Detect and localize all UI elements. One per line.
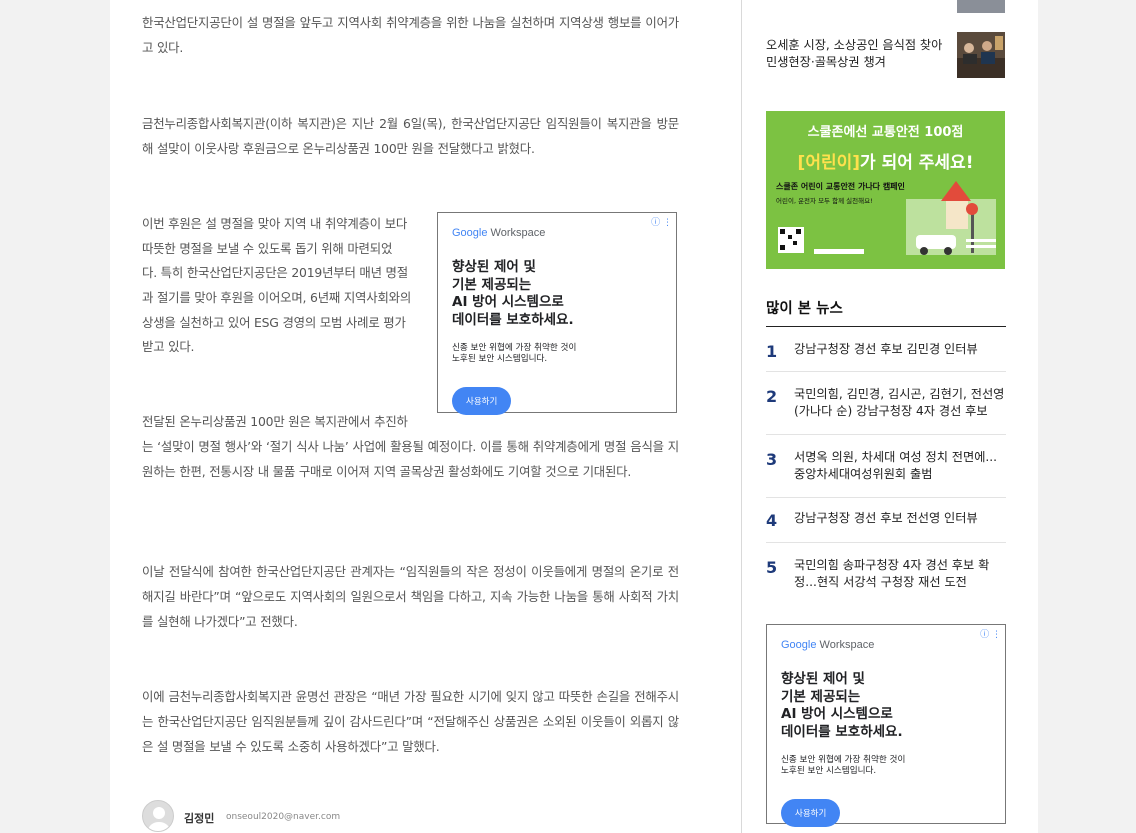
popular-news-title: 많이 본 뉴스 (766, 301, 843, 317)
popular-news-link[interactable]: 서명옥 의원, 차세대 여성 정치 전면에... 중앙차세대여성위원회 출범 (794, 449, 1006, 483)
ad-headline: 향상된 제어 및 기본 제공되는 AI 방어 시스템으로 데이터를 보호하세요. (781, 671, 903, 740)
restaurant-photo-icon (957, 32, 1005, 78)
popular-rank: 3 (766, 450, 778, 469)
ad-cta-button[interactable]: 사용하기 (452, 387, 512, 415)
popular-news-item[interactable]: 2 국민의힘, 김민경, 김시곤, 김현기, 전선영(가나다 순) 강남구청장 … (766, 372, 1006, 435)
article-paragraph: 과 절기를 맞아 후원을 이어오며, 6년째 지역사회와의 (142, 290, 412, 305)
school-zone-illustration-icon (778, 181, 996, 255)
avatar (142, 800, 174, 832)
article-paragraph: 다. 특히 한국산업단지공단은 2019년부터 매년 명절 (142, 265, 408, 280)
popular-rank: 5 (766, 558, 778, 577)
ad-subtext: 신종 보안 위협에 가장 취약한 것이 노후된 보안 시스템입니다. (781, 755, 906, 776)
article-paragraph: 상생을 실천하고 있어 ESG 경영의 모범 사례로 평가 (142, 315, 406, 330)
news-link[interactable]: 오세훈 시장, 소상공인 음식점 찾아 민생현장·골목상권 챙겨 (766, 37, 944, 71)
popular-rank: 2 (766, 387, 778, 406)
popular-news-item[interactable]: 5 국민의힘 송파구청장 4자 경선 후보 확정...현직 서강석 구청장 재선… (766, 543, 1006, 604)
popular-news-item[interactable]: 1 강남구청장 경선 후보 김민경 인터뷰 (766, 327, 1006, 372)
ad-cta-button[interactable]: 사용하기 (781, 799, 841, 827)
page: 한국산업단지공단이 설 명절을 앞두고 지역사회 취약계층을 위한 나눔을 실천… (110, 0, 1038, 833)
article-paragraph: 전달된 온누리상품권 100만 원은 복지관에서 추진하 (142, 414, 408, 429)
article-paragraph: 는 ‘설맞이 명절 행사’와 ‘절기 식사 나눔’ 사업에 활용될 예정이다. … (142, 439, 679, 479)
ad-subtext: 신종 보안 위협에 가장 취약한 것이 노후된 보안 시스템입니다. (452, 343, 577, 364)
news-thumbnail[interactable] (957, 0, 1005, 13)
popular-news-link[interactable]: 국민의힘, 김민경, 김시곤, 김현기, 전선영(가나다 순) 강남구청장 4자… (794, 386, 1006, 420)
news-thumbnail[interactable] (957, 32, 1005, 78)
article-paragraph: 이에 금천누리종합사회복지관 윤명선 관장은 “매년 가장 필요한 시기에 잊지… (142, 689, 679, 754)
popular-news-link[interactable]: 국민의힘 송파구청장 4자 경선 후보 확정...현직 서강석 구청장 재선 도… (794, 557, 1006, 591)
author-email[interactable]: onseoul2020@naver.com (226, 812, 340, 822)
ad-headline: 향상된 제어 및 기본 제공되는 AI 방어 시스템으로 데이터를 보호하세요. (452, 259, 574, 328)
popular-news-link[interactable]: 강남구청장 경선 후보 전선영 인터뷰 (794, 510, 1006, 527)
user-icon (148, 807, 170, 831)
popular-rank: 4 (766, 511, 778, 530)
column-divider (741, 0, 742, 833)
sidebar-news: 오세훈 시장, 소상공인 음식점 찾아 민생현장·골목상권 챙겨 (766, 0, 1005, 80)
article-paragraph: 한국산업단지공단이 설 명절을 앞두고 지역사회 취약계층을 위한 나눔을 실천… (142, 15, 679, 55)
article-paragraph: 금천누리종합사회복지관(이하 복지관)은 지난 2월 6일(목), 한국산업단지… (142, 116, 679, 156)
article-paragraph: 따뜻한 명절을 보낼 수 있도록 돕기 위해 마련되었 (142, 241, 393, 256)
article-paragraph: 받고 있다. (142, 339, 195, 354)
inline-ad[interactable]: ⓘ ⋮ Google Workspace 향상된 제어 및 기본 제공되는 AI… (437, 212, 677, 415)
sidebar-ad[interactable]: ⓘ ⋮ Google Workspace 향상된 제어 및 기본 제공되는 AI… (766, 624, 1006, 827)
popular-news-item[interactable]: 4 강남구청장 경선 후보 전선영 인터뷰 (766, 498, 1006, 543)
article-paragraph: 이날 전달식에 참여한 한국산업단지공단 관계자는 “임직원들의 작은 정성이 … (142, 564, 679, 629)
school-zone-banner[interactable]: 스쿨존에선 교통안전 100점 [어린이]가 되어 주세요! 스쿨존 어린이 교… (766, 111, 1005, 269)
popular-news-link[interactable]: 강남구청장 경선 후보 김민경 인터뷰 (794, 341, 1006, 358)
google-workspace-logo: Google Workspace (781, 639, 875, 651)
author-name[interactable]: 김정민 (184, 810, 214, 826)
article-paragraph: 이번 후원은 설 명절을 맞아 지역 내 취약계층이 보다 (142, 216, 408, 231)
popular-news-item[interactable]: 3 서명옥 의원, 차세대 여성 정치 전면에... 중앙차세대여성위원회 출범 (766, 435, 1006, 498)
google-workspace-logo: Google Workspace (452, 227, 546, 239)
popular-rank: 1 (766, 342, 778, 361)
